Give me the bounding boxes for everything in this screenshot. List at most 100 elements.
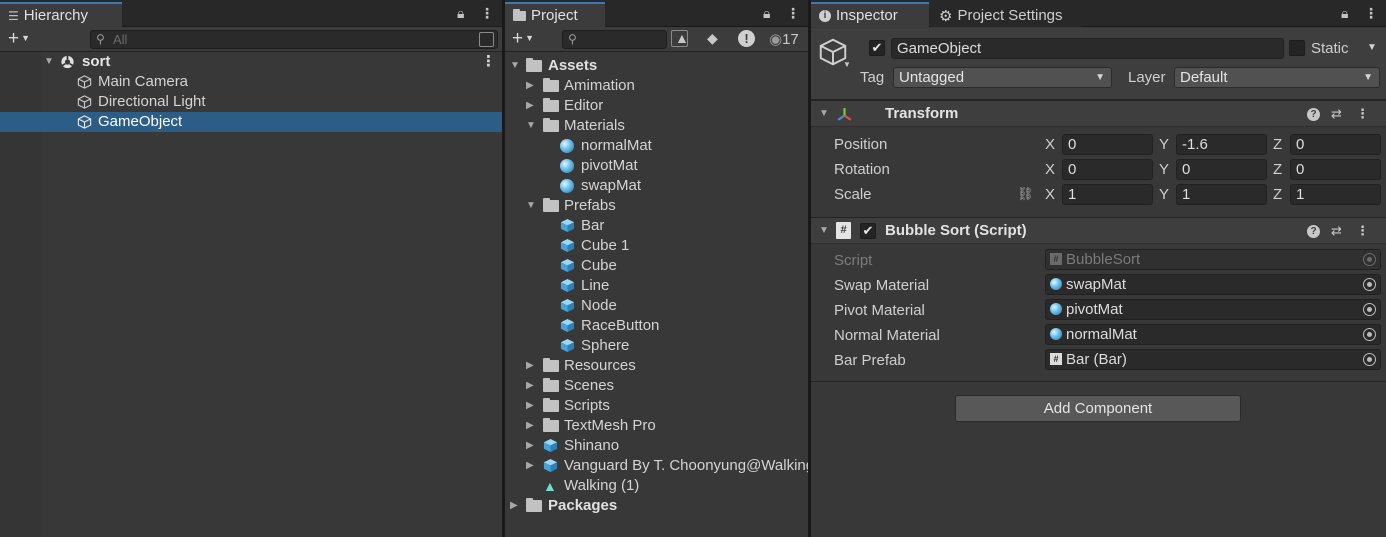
scale-y-field[interactable]: 1 bbox=[1176, 184, 1267, 205]
gameobject-cube-icon bbox=[77, 75, 92, 89]
help-icon[interactable]: ? bbox=[1307, 108, 1320, 121]
search-filter-icon[interactable] bbox=[479, 32, 494, 47]
more-menu-icon[interactable]: ⋮ bbox=[1364, 5, 1378, 22]
component-menu-icon[interactable]: ⋮ bbox=[1356, 223, 1369, 239]
static-dropdown-icon[interactable]: ▼ bbox=[1367, 42, 1377, 53]
filter-by-type-icon[interactable]: ▲ bbox=[675, 30, 689, 46]
object-name-field[interactable]: GameObject bbox=[891, 38, 1284, 59]
more-menu-icon[interactable]: ⋮ bbox=[480, 5, 494, 22]
rotation-y-field[interactable]: 0 bbox=[1176, 159, 1267, 180]
tree-item-sphere[interactable]: Sphere bbox=[505, 336, 808, 356]
tree-item-scenes[interactable]: ▶ Scenes bbox=[505, 376, 808, 396]
rotation-x-field[interactable]: 0 bbox=[1062, 159, 1153, 180]
collapse-arrow-icon[interactable]: ▶ bbox=[526, 356, 534, 376]
material-icon bbox=[1050, 278, 1062, 290]
tree-item-cube-1[interactable]: Cube 1 bbox=[505, 236, 808, 256]
position-x-field[interactable]: 0 bbox=[1062, 134, 1153, 155]
expand-arrow-icon[interactable]: ▼ bbox=[526, 196, 536, 216]
scene-menu-icon[interactable]: ⋮ bbox=[481, 52, 496, 72]
filter-by-label-icon[interactable]: ◆ bbox=[707, 30, 718, 47]
add-component-button[interactable]: Add Component bbox=[955, 395, 1241, 422]
collapse-arrow-icon[interactable]: ▶ bbox=[510, 496, 518, 516]
more-menu-icon[interactable]: ⋮ bbox=[786, 5, 800, 22]
tree-item-scripts[interactable]: ▶ Scripts bbox=[505, 396, 808, 416]
object-picker-icon[interactable] bbox=[1363, 303, 1376, 316]
hierarchy-item-main-camera[interactable]: Main Camera bbox=[0, 72, 502, 92]
presets-icon[interactable]: ⇄ bbox=[1331, 223, 1342, 239]
transform-header[interactable]: ▼ Transform ? ⇄ ⋮ bbox=[811, 100, 1386, 127]
tab-hierarchy[interactable]: ☰ Hierarchy bbox=[0, 2, 122, 27]
tree-item-resources[interactable]: ▶ Resources bbox=[505, 356, 808, 376]
object-picker-icon[interactable] bbox=[1363, 278, 1376, 291]
scale-z-field[interactable]: 1 bbox=[1290, 184, 1381, 205]
tree-item-racebutton[interactable]: RaceButton bbox=[505, 316, 808, 336]
tree-item-swapmat[interactable]: swapMat bbox=[505, 176, 808, 196]
tree-item-normalmat[interactable]: normalMat bbox=[505, 136, 808, 156]
create-button[interactable]: + ▼ bbox=[512, 28, 534, 50]
layer-dropdown[interactable]: Default ▼ bbox=[1174, 67, 1380, 88]
collapse-arrow-icon[interactable]: ▶ bbox=[526, 396, 534, 416]
hierarchy-item-label: Main Camera bbox=[98, 73, 189, 90]
tree-item-assets[interactable]: ▼ Assets bbox=[505, 56, 808, 76]
create-button[interactable]: + ▼ bbox=[8, 28, 30, 50]
collapse-arrow-icon[interactable]: ▼ bbox=[819, 225, 829, 236]
hierarchy-item-directional-light[interactable]: Directional Light bbox=[0, 92, 502, 112]
scale-x-field[interactable]: 1 bbox=[1062, 184, 1153, 205]
warning-filter-icon[interactable]: ! bbox=[738, 30, 755, 47]
expand-arrow-icon[interactable]: ▼ bbox=[510, 56, 520, 76]
expand-arrow-icon[interactable]: ▼ bbox=[44, 52, 54, 72]
position-y-field[interactable]: -1.6 bbox=[1176, 134, 1267, 155]
presets-icon[interactable]: ⇄ bbox=[1331, 106, 1342, 122]
collapse-arrow-icon[interactable]: ▶ bbox=[526, 416, 534, 436]
lock-icon[interactable]: 🔒︎ bbox=[763, 5, 770, 22]
collapse-arrow-icon[interactable]: ▶ bbox=[526, 76, 534, 96]
project-search-input[interactable]: ⚲ bbox=[562, 30, 688, 49]
active-checkbox[interactable]: ✔ bbox=[869, 40, 885, 56]
tab-project[interactable]: Project bbox=[505, 2, 605, 27]
static-checkbox[interactable] bbox=[1289, 40, 1305, 56]
collapse-arrow-icon[interactable]: ▶ bbox=[526, 96, 534, 116]
component-menu-icon[interactable]: ⋮ bbox=[1356, 106, 1369, 122]
object-picker-icon[interactable] bbox=[1363, 353, 1376, 366]
swap-material-field[interactable]: swapMat bbox=[1045, 274, 1381, 295]
tree-item-shinano[interactable]: ▶ Shinano bbox=[505, 436, 808, 456]
collapse-arrow-icon[interactable]: ▶ bbox=[526, 376, 534, 396]
normal-material-field[interactable]: normalMat bbox=[1045, 324, 1381, 345]
expand-arrow-icon[interactable]: ▼ bbox=[526, 116, 536, 136]
hierarchy-item-gameobject[interactable]: GameObject bbox=[0, 112, 502, 132]
tree-item-editor[interactable]: ▶ Editor bbox=[505, 96, 808, 116]
collapse-arrow-icon[interactable]: ▶ bbox=[526, 456, 534, 476]
tab-inspector[interactable]: i Inspector bbox=[811, 2, 929, 27]
tree-item-prefabs[interactable]: ▼ Prefabs bbox=[505, 196, 808, 216]
lock-icon[interactable]: 🔒︎ bbox=[1341, 5, 1348, 22]
pivot-material-field[interactable]: pivotMat bbox=[1045, 299, 1381, 320]
tree-item-node[interactable]: Node bbox=[505, 296, 808, 316]
tree-item-line[interactable]: Line bbox=[505, 276, 808, 296]
tree-item-cube[interactable]: Cube bbox=[505, 256, 808, 276]
icon-dropdown-arrow-icon[interactable]: ▼ bbox=[843, 60, 851, 69]
bubble-sort-header[interactable]: ▼ # ✔ Bubble Sort (Script) ? ⇄ ⋮ bbox=[811, 217, 1386, 244]
collapse-arrow-icon[interactable]: ▼ bbox=[819, 108, 829, 119]
scene-row[interactable]: ▼ sort ⋮ bbox=[0, 52, 502, 72]
collapse-arrow-icon[interactable]: ▶ bbox=[526, 436, 534, 456]
position-z-field[interactable]: 0 bbox=[1290, 134, 1381, 155]
tree-item-packages[interactable]: ▶ Packages bbox=[505, 496, 808, 516]
bar-prefab-field[interactable]: # Bar (Bar) bbox=[1045, 349, 1381, 370]
tree-item-pivotmat[interactable]: pivotMat bbox=[505, 156, 808, 176]
lock-icon[interactable]: 🔒︎ bbox=[457, 5, 464, 22]
tree-item-bar[interactable]: Bar bbox=[505, 216, 808, 236]
rotation-z-field[interactable]: 0 bbox=[1290, 159, 1381, 180]
constrain-proportions-icon[interactable]: ⛓ bbox=[1017, 186, 1034, 202]
tree-item-walking-1[interactable]: ▲ Walking (1) bbox=[505, 476, 808, 496]
tab-project-settings[interactable]: ⚙ Project Settings bbox=[931, 2, 1081, 27]
hidden-packages-toggle[interactable]: ◉17 bbox=[769, 30, 799, 48]
tree-item-materials[interactable]: ▼ Materials bbox=[505, 116, 808, 136]
tree-item-amimation[interactable]: ▶ Amimation bbox=[505, 76, 808, 96]
tree-item-vanguard-by-t-choonyung-walking[interactable]: ▶ Vanguard By T. Choonyung@Walking bbox=[505, 456, 808, 476]
tag-dropdown[interactable]: Untagged ▼ bbox=[893, 67, 1112, 88]
help-icon[interactable]: ? bbox=[1307, 225, 1320, 238]
component-enabled-checkbox[interactable]: ✔ bbox=[860, 223, 876, 239]
object-picker-icon[interactable] bbox=[1363, 328, 1376, 341]
tree-item-textmesh-pro[interactable]: ▶ TextMesh Pro bbox=[505, 416, 808, 436]
hierarchy-search-input[interactable]: ⚲ All bbox=[90, 30, 498, 49]
